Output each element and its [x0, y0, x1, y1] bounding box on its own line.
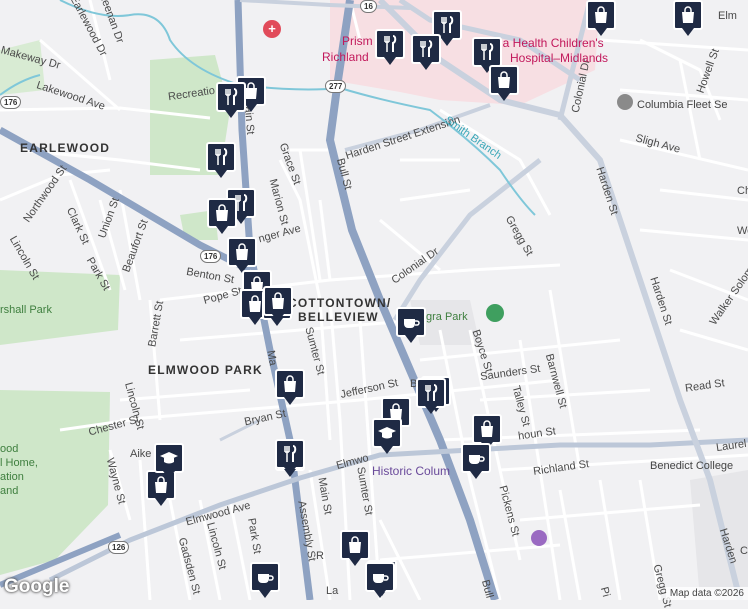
- poi-marshall-park[interactable]: rshall Park: [0, 304, 52, 316]
- street-marion-s: Ma: [264, 349, 279, 367]
- map-marker-school[interactable]: [154, 443, 184, 481]
- route-shield-16: 16: [360, 0, 377, 13]
- restaurant-icon: [221, 87, 241, 107]
- street-r: R: [316, 550, 324, 562]
- route-shield-277: 277: [325, 80, 347, 93]
- google-logo: Google: [4, 576, 70, 597]
- map-marker-restaurant[interactable]: [275, 439, 305, 477]
- poi-segra-park[interactable]: gra Park: [426, 311, 468, 323]
- restaurant-icon: [211, 147, 231, 167]
- street-we: We: [737, 225, 748, 237]
- map-marker-restaurant[interactable]: [416, 378, 446, 416]
- neighborhood-earlewood: EARLEWOOD: [20, 141, 111, 155]
- street-la: La: [326, 585, 339, 597]
- poi-richland[interactable]: Richland: [322, 50, 369, 64]
- map-marker-shopping-bag[interactable]: [263, 286, 293, 324]
- coffee-icon: [466, 448, 486, 468]
- map-marker-shopping-bag[interactable]: [586, 0, 616, 38]
- poi-elmwood-home-3: ation: [0, 471, 24, 483]
- shopping-bag-icon: [232, 242, 252, 262]
- map-marker-restaurant[interactable]: [375, 29, 405, 67]
- restaurant-icon: [380, 34, 400, 54]
- shopping-bag-icon: [678, 5, 698, 25]
- coffee-icon: [255, 567, 275, 587]
- landmark-icon[interactable]: [531, 530, 547, 546]
- poi-historic-columbia[interactable]: Historic Colum: [372, 464, 450, 478]
- neighborhood-belleview: BELLEVIEW: [298, 310, 379, 324]
- map-marker-shopping-bag[interactable]: [489, 65, 519, 103]
- map-marker-shopping-bag[interactable]: [275, 369, 305, 407]
- shopping-bag-icon: [212, 203, 232, 223]
- route-shield-126: 126: [108, 541, 130, 554]
- stadium-icon[interactable]: [486, 304, 504, 322]
- restaurant-icon: [437, 15, 457, 35]
- route-shield-176: 176: [200, 250, 222, 263]
- map-marker-school[interactable]: [372, 418, 402, 456]
- poi-benedict-college[interactable]: Benedict College: [650, 460, 733, 472]
- school-icon: [159, 448, 179, 468]
- map-marker-coffee[interactable]: [396, 307, 426, 345]
- poi-elmwood-home-2: l Home,: [0, 457, 38, 469]
- restaurant-icon: [416, 39, 436, 59]
- map-marker-coffee[interactable]: [250, 562, 280, 600]
- shopping-bag-icon: [591, 5, 611, 25]
- map-marker-restaurant[interactable]: [216, 82, 246, 120]
- map-marker-restaurant[interactable]: [206, 142, 236, 180]
- coffee-icon: [370, 567, 390, 587]
- neighborhood-elmwood-park: ELMWOOD PARK: [148, 363, 263, 377]
- poi-midlands[interactable]: Hospital–Midlands: [510, 51, 608, 65]
- route-shield-176-w: 176: [0, 96, 22, 109]
- map-marker-coffee[interactable]: [365, 562, 395, 600]
- shopping-bag-icon: [268, 291, 288, 311]
- map-marker-shopping-bag[interactable]: [673, 0, 703, 38]
- shopping-bag-icon: [280, 374, 300, 394]
- poi-elmwood-home-1: ood: [0, 443, 19, 455]
- shopping-bag-icon: [494, 70, 514, 90]
- restaurant-icon: [477, 42, 497, 62]
- neighborhood-cottontown: COTTONTOWN/: [288, 296, 392, 310]
- map-marker-restaurant[interactable]: [411, 34, 441, 72]
- restaurant-icon: [421, 383, 441, 403]
- street-ch: Ch: [737, 185, 748, 197]
- coffee-icon: [401, 312, 421, 332]
- museum-icon[interactable]: [617, 94, 633, 110]
- restaurant-icon: [280, 444, 300, 464]
- school-icon: [377, 423, 397, 443]
- street-aiken: Aike: [130, 448, 152, 460]
- hospital-icon[interactable]: +: [263, 20, 281, 38]
- street-c: C: [740, 545, 748, 557]
- map-marker-coffee[interactable]: [461, 443, 491, 481]
- street-elm: Elm: [718, 10, 737, 22]
- map-attribution[interactable]: Map data ©2026: [665, 587, 748, 600]
- shopping-bag-icon: [477, 419, 497, 439]
- poi-prisma[interactable]: Prism: [342, 34, 373, 48]
- map-marker-shopping-bag[interactable]: [207, 198, 237, 236]
- poi-elmwood-home-4: and: [0, 485, 19, 497]
- shopping-bag-icon: [345, 535, 365, 555]
- poi-columbia-fleet[interactable]: Columbia Fleet Se: [637, 99, 728, 111]
